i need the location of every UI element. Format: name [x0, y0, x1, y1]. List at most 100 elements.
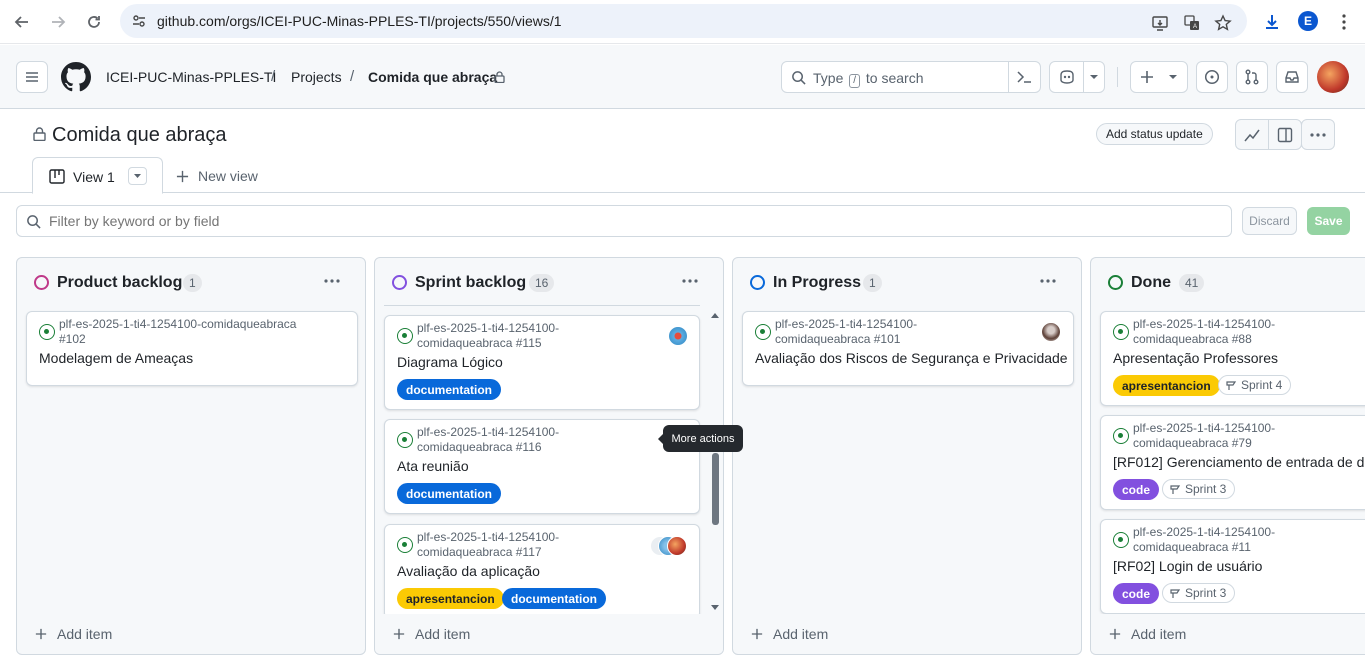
site-info-icon[interactable] — [131, 13, 147, 29]
add-item-button[interactable]: Add item — [1091, 614, 1365, 654]
card-title[interactable]: Ata reunião — [397, 458, 469, 474]
card-title[interactable]: [RF012] Gerenciamento de entrada de doaç… — [1113, 454, 1365, 470]
copilot-icon — [1058, 69, 1076, 85]
sidebar-panel-icon[interactable] — [1268, 119, 1302, 150]
breadcrumb-project[interactable]: Comida que abraça — [368, 69, 497, 85]
label-documentation[interactable]: documentation — [502, 588, 606, 609]
column-header: Sprint backlog 16 — [375, 258, 723, 306]
column-menu-icon[interactable] — [676, 270, 704, 292]
breadcrumb-separator: / — [271, 68, 276, 85]
iteration-icon — [1170, 485, 1181, 494]
sprint-field[interactable]: Sprint 3 — [1162, 583, 1236, 603]
inbox-icon[interactable] — [1276, 61, 1308, 93]
add-status-update-button[interactable]: Add status update — [1096, 123, 1213, 145]
card-repo: plf-es-2025-1-ti4-1254100-comidaqueabrac… — [1133, 525, 1276, 554]
issues-icon[interactable] — [1196, 61, 1228, 93]
issue-card[interactable]: plf-es-2025-1-ti4-1254100-comidaqueabrac… — [1100, 311, 1365, 406]
card-title[interactable]: [RF02] Login de usuário — [1113, 558, 1262, 574]
download-icon[interactable] — [1260, 10, 1284, 34]
breadcrumb-projects[interactable]: Projects — [291, 69, 342, 85]
open-issue-icon — [397, 537, 413, 553]
issue-card[interactable]: plf-es-2025-1-ti4-1254100-comidaqueabrac… — [1100, 415, 1365, 510]
label-documentation[interactable]: documentation — [397, 483, 501, 504]
card-title[interactable]: Modelagem de Ameaças — [39, 350, 193, 366]
label-documentation[interactable]: documentation — [397, 379, 501, 400]
command-palette-icon[interactable] — [1016, 70, 1032, 84]
browser-profile-avatar[interactable]: E — [1298, 11, 1318, 31]
column-scrollbar[interactable] — [708, 308, 722, 614]
card-repo: plf-es-2025-1-ti4-1254100-comidaqueabrac… — [1133, 421, 1276, 450]
plus-icon — [751, 628, 763, 640]
svg-text:A: A — [1193, 24, 1197, 30]
browser-toolbar: github.com/orgs/ICEI-PUC-Minas-PPLES-TI/… — [0, 0, 1365, 44]
issue-card[interactable]: plf-es-2025-1-ti4-1254100-comidaqueabrac… — [742, 311, 1074, 386]
column-header: In Progress 1 — [733, 258, 1081, 306]
bookmark-star-icon[interactable] — [1213, 13, 1233, 33]
breadcrumb-org[interactable]: ICEI-PUC-Minas-PPLES-TI — [106, 69, 276, 85]
user-avatar[interactable] — [1317, 61, 1349, 93]
tab-view-1[interactable]: View 1 — [32, 157, 163, 194]
issue-card[interactable]: plf-es-2025-1-ti4-1254100-comidaqueabrac… — [26, 311, 358, 386]
insights-icon[interactable] — [1235, 119, 1269, 150]
add-item-button[interactable]: Add item — [375, 614, 723, 654]
add-item-button[interactable]: Add item — [17, 614, 365, 654]
issue-card[interactable]: plf-es-2025-1-ti4-1254100-comidaqueabrac… — [1100, 519, 1365, 614]
card-title[interactable]: Diagrama Lógico — [397, 354, 503, 370]
issue-card[interactable]: plf-es-2025-1-ti4-1254100-comidaqueabrac… — [384, 524, 700, 619]
project-title-area: Comida que abraça Add status update View… — [0, 110, 1365, 194]
chevron-down-icon — [1089, 73, 1099, 81]
new-view-button[interactable]: New view — [176, 168, 258, 184]
column-menu-icon[interactable] — [1034, 270, 1062, 292]
label-apresentancion[interactable]: apresentancion — [1113, 375, 1220, 396]
column-title: Done — [1131, 274, 1171, 291]
project-menu-icon[interactable] — [1301, 119, 1335, 150]
discard-button[interactable]: Discard — [1242, 207, 1297, 235]
back-icon[interactable] — [10, 10, 34, 34]
url-text: github.com/orgs/ICEI-PUC-Minas-PPLES-TI/… — [157, 13, 562, 29]
reload-icon[interactable] — [82, 10, 106, 34]
search-icon — [26, 214, 41, 229]
search-placeholder: Type / to search — [813, 70, 924, 88]
column-menu-icon[interactable] — [318, 270, 346, 292]
issue-card[interactable]: plf-es-2025-1-ti4-1254100-comidaqueabrac… — [384, 315, 700, 410]
label-code[interactable]: code — [1113, 479, 1160, 500]
column-count: 1 — [183, 274, 202, 292]
save-button[interactable]: Save — [1307, 207, 1350, 235]
lock-icon — [494, 71, 505, 83]
open-issue-icon — [1113, 532, 1129, 548]
card-repo: plf-es-2025-1-ti4-1254100-comidaqueabrac… — [775, 317, 918, 346]
search-input[interactable]: Type / to search — [781, 61, 1041, 93]
filter-input[interactable] — [16, 205, 1232, 237]
card-title[interactable]: Avaliação dos Riscos de Segurança e Priv… — [755, 350, 1068, 366]
breadcrumb-separator: / — [350, 68, 355, 85]
label-apresentancion[interactable]: apresentancion — [397, 588, 504, 609]
view-options-chevron-icon[interactable] — [128, 167, 147, 185]
card-title[interactable]: Avaliação da aplicação — [397, 563, 540, 579]
card-title[interactable]: Apresentação Professores — [1113, 350, 1278, 366]
create-new-button[interactable] — [1130, 61, 1188, 93]
address-bar[interactable]: github.com/orgs/ICEI-PUC-Minas-PPLES-TI/… — [120, 4, 1247, 38]
sprint-field[interactable]: Sprint 3 — [1162, 479, 1236, 499]
label-code[interactable]: code — [1113, 583, 1160, 604]
add-item-button[interactable]: Add item — [733, 614, 1081, 654]
translate-icon[interactable]: A — [1182, 13, 1202, 33]
column-count: 1 — [863, 274, 882, 292]
assignee-avatar[interactable] — [667, 536, 687, 556]
issue-card[interactable]: plf-es-2025-1-ti4-1254100-comidaqueabrac… — [384, 419, 700, 514]
chevron-down-icon — [1168, 73, 1178, 81]
copilot-button[interactable] — [1049, 61, 1105, 93]
sprint-field[interactable]: Sprint 4 — [1218, 375, 1292, 395]
iteration-icon — [1170, 589, 1181, 598]
install-app-icon[interactable] — [1150, 13, 1170, 33]
lock-icon — [33, 127, 46, 141]
github-logo-icon[interactable] — [61, 62, 91, 92]
browser-menu-icon[interactable] — [1332, 10, 1356, 34]
hamburger-menu-icon[interactable] — [16, 61, 48, 93]
forward-icon[interactable] — [46, 10, 70, 34]
filter-field[interactable] — [49, 211, 1219, 231]
pull-requests-icon[interactable] — [1236, 61, 1268, 93]
assignee-avatar[interactable] — [668, 326, 688, 346]
assignee-avatar[interactable] — [1041, 322, 1061, 342]
plus-icon — [1109, 628, 1121, 640]
card-repo: plf-es-2025-1-ti4-1254100-comidaqueabrac… — [417, 321, 560, 350]
